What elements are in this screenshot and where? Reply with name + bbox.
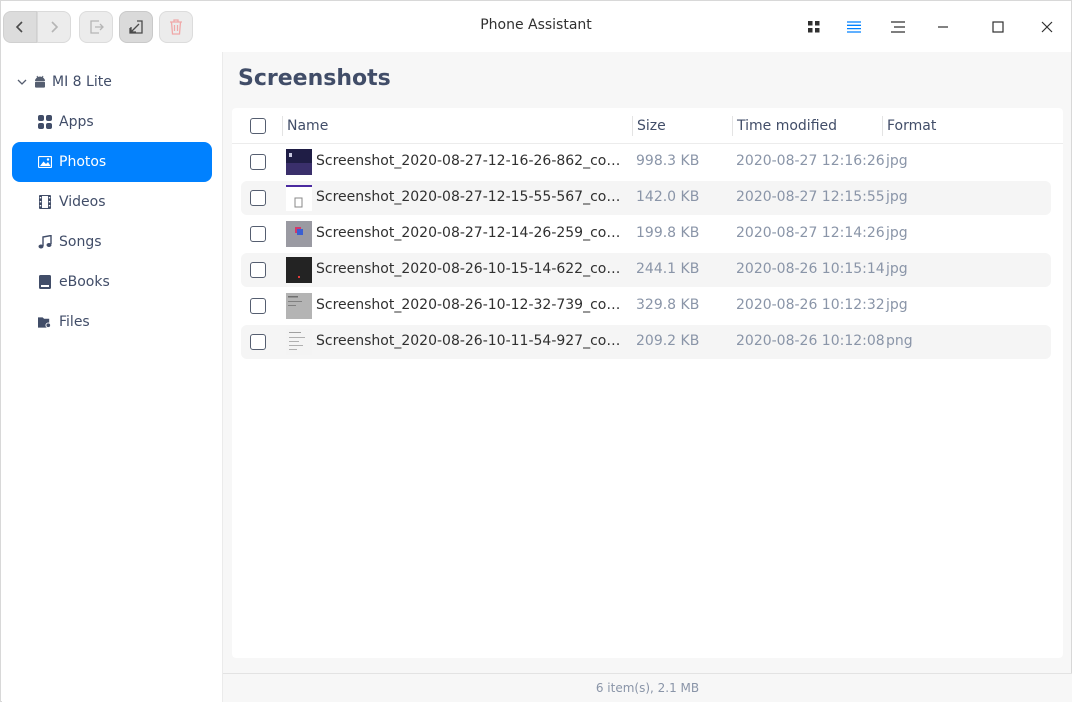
- sidebar: MI 8 Lite Apps Photos Videos Songs eBook…: [2, 52, 222, 702]
- table-row[interactable]: Screenshot_2020-08-26-10-12-32-739_com.a…: [241, 289, 1051, 323]
- file-name: Screenshot_2020-08-26-10-15-14-622_com.m…: [316, 261, 628, 277]
- sidebar-item-label: Apps: [59, 114, 94, 130]
- file-name: Screenshot_2020-08-27-12-14-26-259_com.m…: [316, 225, 628, 241]
- sidebar-item-files[interactable]: Files: [12, 302, 212, 342]
- file-format: jpg: [886, 225, 908, 241]
- file-time: 2020-08-26 10:15:14: [736, 261, 885, 277]
- image-thumbnail: [286, 221, 312, 247]
- file-time: 2020-08-27 12:16:26: [736, 153, 885, 169]
- close-button[interactable]: [1034, 14, 1060, 40]
- file-time: 2020-08-27 12:14:26: [736, 225, 885, 241]
- device-name: MI 8 Lite: [52, 74, 112, 90]
- sidebar-item-label: Songs: [59, 234, 102, 250]
- apps-icon: [38, 115, 52, 129]
- file-format: png: [886, 333, 913, 349]
- videos-icon: [38, 195, 52, 209]
- chevron-down-icon[interactable]: [16, 78, 28, 86]
- sidebar-item-songs[interactable]: Songs: [12, 222, 212, 262]
- file-size: 329.8 KB: [636, 297, 700, 313]
- file-size: 244.1 KB: [636, 261, 700, 277]
- row-checkbox[interactable]: [250, 226, 266, 242]
- image-thumbnail: [286, 149, 312, 175]
- select-all-checkbox[interactable]: [250, 118, 266, 134]
- minimize-button[interactable]: [930, 14, 956, 40]
- column-header-format[interactable]: Format: [887, 108, 936, 144]
- table-row[interactable]: Screenshot_2020-08-27-12-16-26-862_com.m…: [241, 145, 1051, 179]
- file-format: jpg: [886, 189, 908, 205]
- column-divider[interactable]: [282, 116, 283, 136]
- file-list-panel: Name Size Time modified Format Screensho…: [232, 108, 1063, 658]
- sidebar-item-label: eBooks: [59, 274, 110, 290]
- sidebar-item-label: Videos: [59, 194, 106, 210]
- file-format: jpg: [886, 261, 908, 277]
- column-header-name[interactable]: Name: [287, 108, 328, 144]
- title-bar: Phone Assistant: [1, 1, 1071, 52]
- file-name: Screenshot_2020-08-27-12-15-55-567_com.u…: [316, 189, 628, 205]
- songs-icon: [38, 235, 52, 249]
- sidebar-item-apps[interactable]: Apps: [12, 102, 212, 142]
- grid-view-button[interactable]: [802, 15, 826, 39]
- table-header: Name Size Time modified Format: [232, 108, 1063, 144]
- sidebar-item-label: Photos: [59, 154, 107, 170]
- column-header-size[interactable]: Size: [637, 108, 666, 144]
- file-time: 2020-08-27 12:15:55: [736, 189, 885, 205]
- photos-icon: [38, 155, 52, 169]
- image-thumbnail: [286, 329, 312, 355]
- sidebar-item-ebooks[interactable]: eBooks: [12, 262, 212, 302]
- table-row[interactable]: Screenshot_2020-08-27-12-14-26-259_com.m…: [241, 217, 1051, 251]
- file-size: 199.8 KB: [636, 225, 700, 241]
- file-name: Screenshot_2020-08-27-12-16-26-862_com.m…: [316, 153, 628, 169]
- android-icon: [35, 75, 45, 88]
- app-window: Phone Assistant MI 8 Lite Apps Photos Vi…: [0, 0, 1072, 702]
- row-checkbox[interactable]: [250, 262, 266, 278]
- status-summary: 6 item(s), 2.1 MB: [595, 681, 700, 695]
- file-time: 2020-08-26 10:12:08: [736, 333, 885, 349]
- image-thumbnail: [286, 293, 312, 319]
- file-format: jpg: [886, 153, 908, 169]
- row-checkbox[interactable]: [250, 190, 266, 206]
- list-view-icon: [847, 21, 861, 33]
- list-view-button[interactable]: [842, 15, 866, 39]
- ebooks-icon: [38, 275, 52, 289]
- column-header-time[interactable]: Time modified: [737, 108, 837, 144]
- image-thumbnail: [286, 257, 312, 283]
- file-size: 998.3 KB: [636, 153, 700, 169]
- table-row[interactable]: Screenshot_2020-08-26-10-11-54-927_com.a…: [241, 325, 1051, 359]
- column-divider[interactable]: [882, 116, 883, 136]
- file-name: Screenshot_2020-08-26-10-12-32-739_com.a…: [316, 297, 628, 313]
- sidebar-item-videos[interactable]: Videos: [12, 182, 212, 222]
- grid-view-icon: [808, 21, 820, 33]
- sidebar-item-photos[interactable]: Photos: [12, 142, 212, 182]
- select-all-cell: [250, 108, 266, 144]
- minimize-icon: [938, 26, 948, 28]
- main-content: Screenshots Name Size Time modified Form…: [222, 52, 1072, 702]
- table-row[interactable]: Screenshot_2020-08-27-12-15-55-567_com.u…: [241, 181, 1051, 215]
- column-divider[interactable]: [732, 116, 733, 136]
- file-time: 2020-08-26 10:12:32: [736, 297, 885, 313]
- page-title: Screenshots: [238, 66, 391, 91]
- maximize-icon: [992, 21, 1004, 33]
- table-row[interactable]: Screenshot_2020-08-26-10-15-14-622_com.m…: [241, 253, 1051, 287]
- row-checkbox[interactable]: [250, 154, 266, 170]
- status-bar: 6 item(s), 2.1 MB: [223, 673, 1072, 702]
- file-size: 209.2 KB: [636, 333, 700, 349]
- close-icon: [1041, 21, 1053, 33]
- file-format: jpg: [886, 297, 908, 313]
- row-checkbox[interactable]: [250, 298, 266, 314]
- file-size: 142.0 KB: [636, 189, 700, 205]
- files-icon: [38, 315, 52, 329]
- row-checkbox[interactable]: [250, 334, 266, 350]
- file-name: Screenshot_2020-08-26-10-11-54-927_com.a…: [316, 333, 628, 349]
- menu-button[interactable]: [886, 15, 910, 39]
- image-thumbnail: [286, 185, 312, 211]
- column-divider[interactable]: [632, 116, 633, 136]
- maximize-button[interactable]: [985, 14, 1011, 40]
- sidebar-item-label: Files: [59, 314, 90, 330]
- window-title: Phone Assistant: [480, 17, 592, 33]
- device-node[interactable]: MI 8 Lite: [16, 72, 112, 92]
- menu-icon: [891, 21, 905, 33]
